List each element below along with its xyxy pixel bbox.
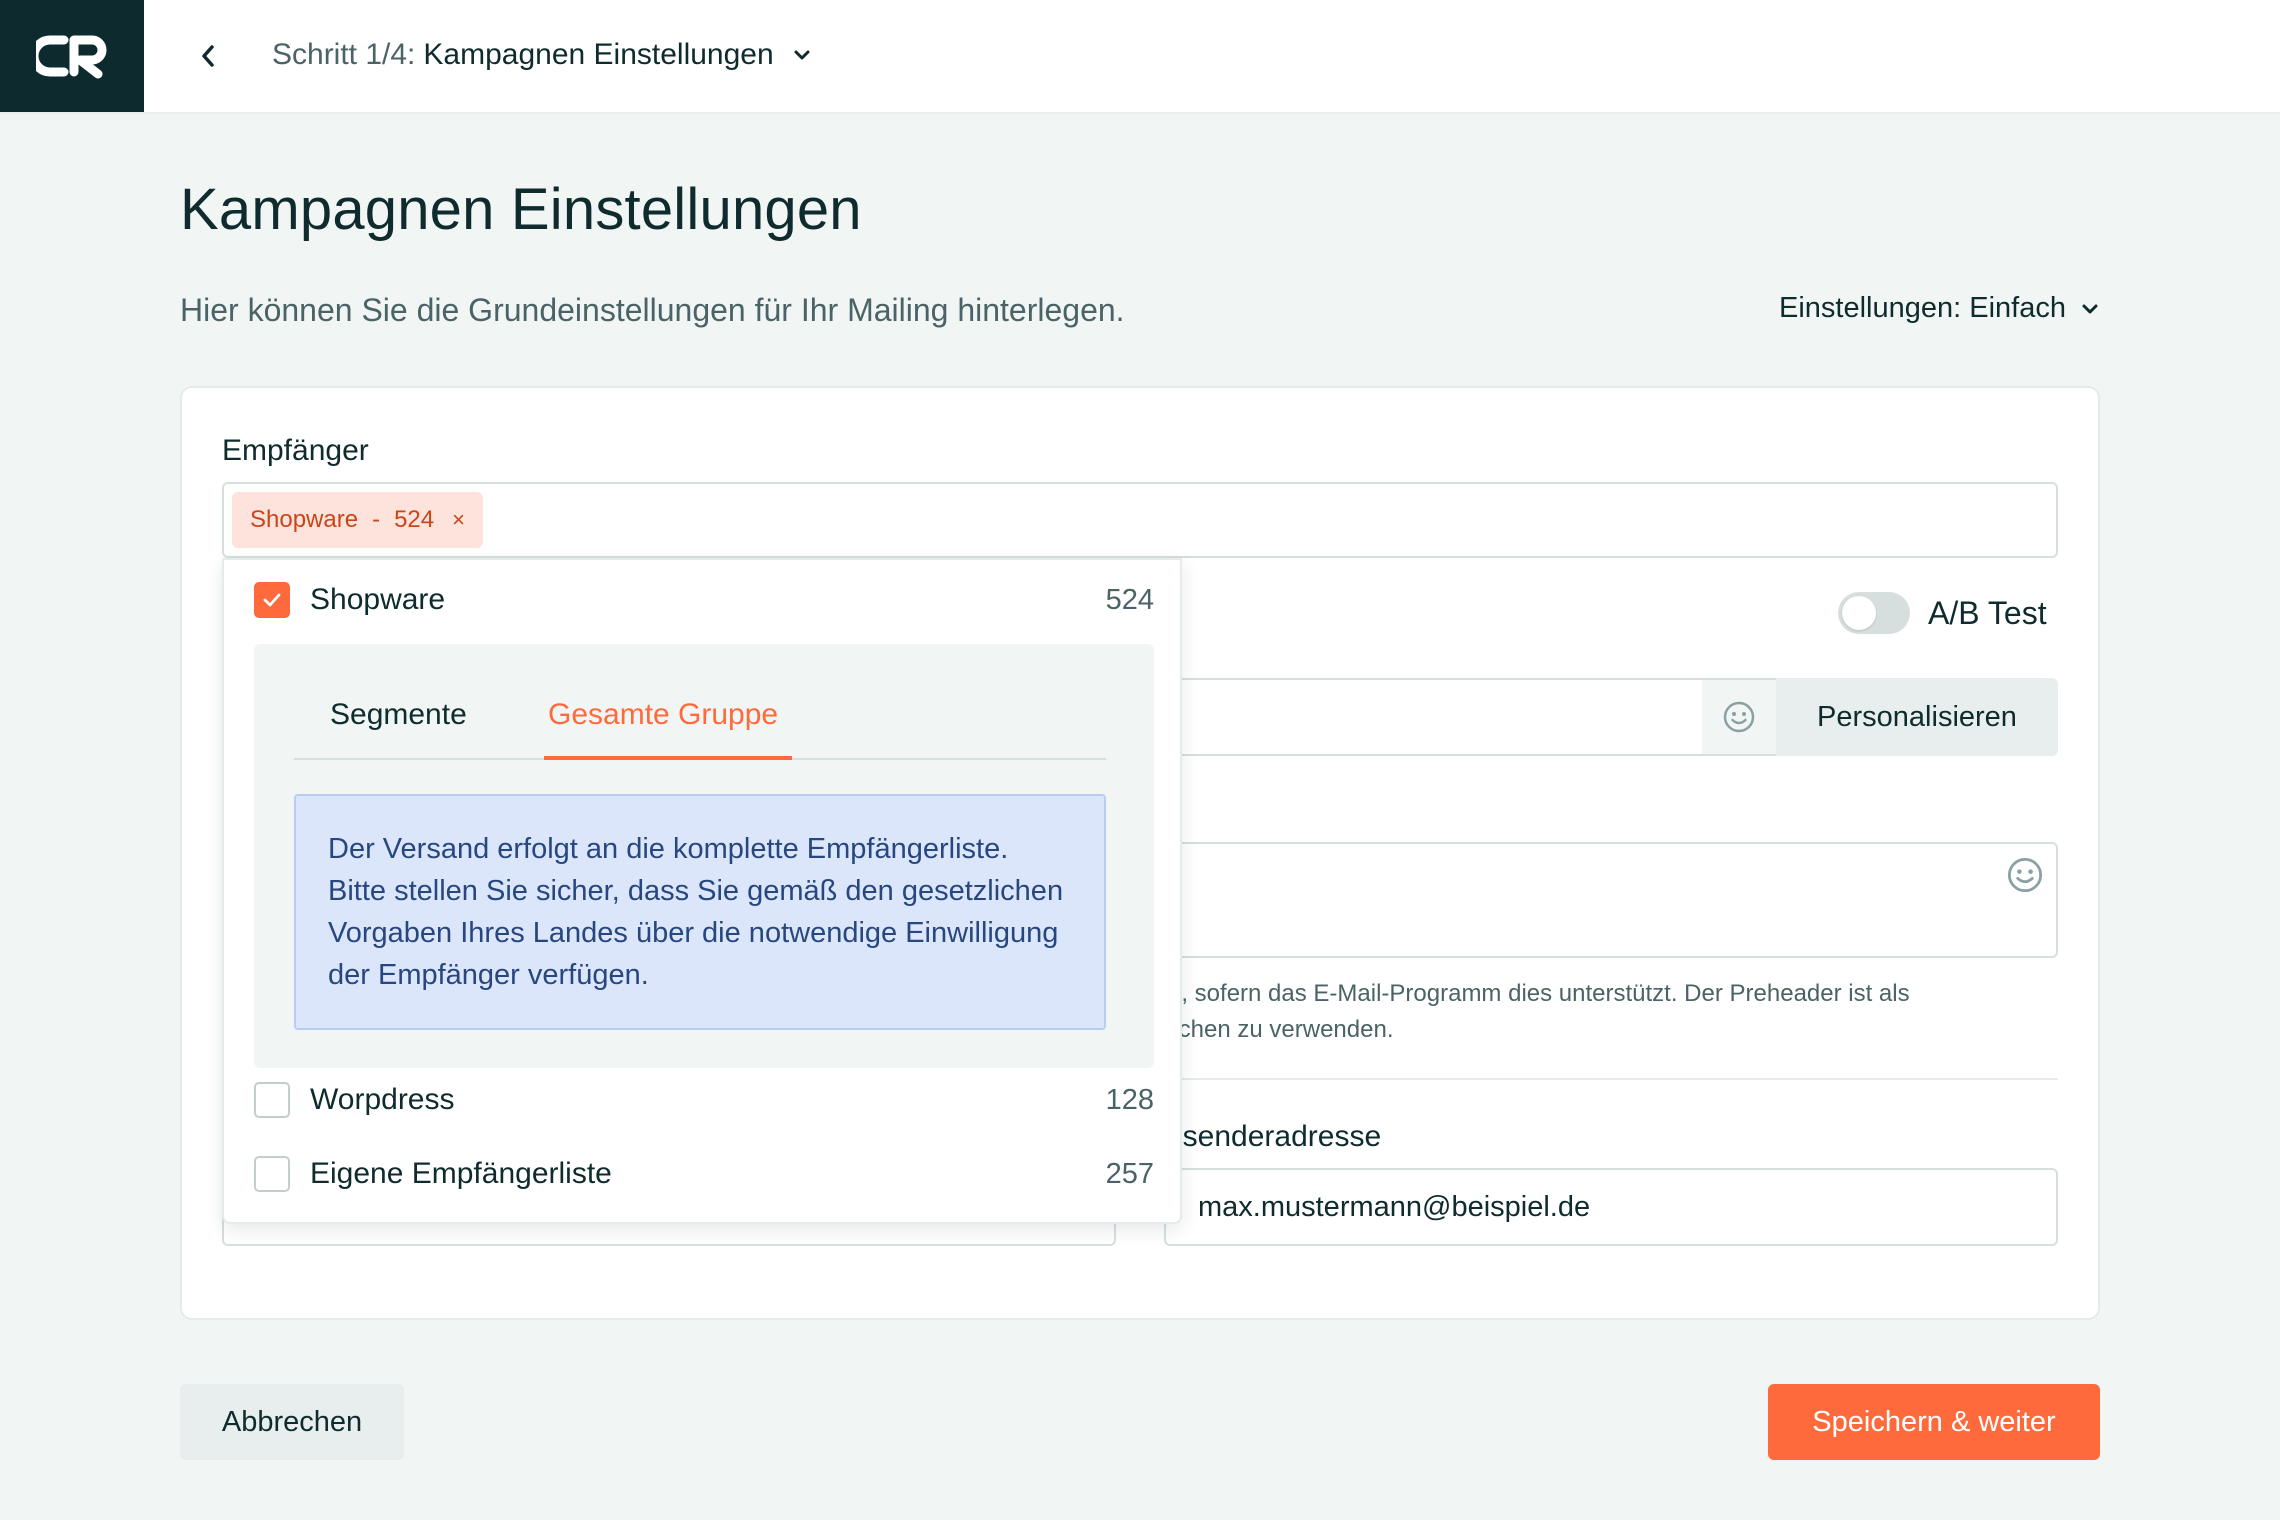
page-title: Kampagnen Einstellungen [180,177,862,242]
save-continue-button[interactable]: Speichern & weiter [1768,1384,2100,1460]
list-option-worpdress[interactable]: Worpdress 128 [254,1080,1154,1120]
option-name: Shopware [310,583,446,616]
subject-emoji-button[interactable] [1702,678,1776,756]
recipients-label: Empfänger [222,434,369,467]
chip-separator: - [372,506,381,533]
info-message: Der Versand erfolgt an die komplette Emp… [294,794,1106,1030]
option-name: Eigene Empfängerliste [310,1157,612,1190]
ab-test-label: A/B Test [1928,595,2047,631]
option-count: 257 [1105,1157,1154,1190]
chip-remove-icon[interactable]: × [452,507,465,533]
page-subtitle: Hier können Sie die Grundeinstellungen f… [180,292,1125,328]
chevron-down-icon [2082,304,2098,313]
check-icon [263,593,281,607]
preheader-input[interactable] [1160,842,2058,958]
chip-name: Shopware [250,506,359,533]
chip-count: 524 [394,506,435,533]
settings-mode-label: Einstellungen: Einfach [1779,292,2066,324]
option-name: Worpdress [310,1083,455,1116]
step-label: Schritt 1/4: [272,38,416,71]
step-selector[interactable]: Schritt 1/4: Kampagnen Einstellungen [272,34,812,76]
tab-segmente[interactable]: Segmente [330,698,467,732]
brand-logo[interactable] [0,0,144,112]
recipients-dropdown: Shopware 524 Segmente Gesamte Gruppe Der… [222,558,1182,1224]
checkbox-checked[interactable] [254,582,290,618]
emoji-icon [1723,701,1755,733]
list-option-shopware[interactable]: Shopware 524 [254,580,1154,620]
active-tab-indicator [544,756,792,760]
settings-mode-dropdown[interactable]: Einstellungen: Einfach [1779,292,2100,325]
chevron-left-icon [202,45,214,67]
ab-test-toggle[interactable] [1838,592,1910,634]
group-panel: Segmente Gesamte Gruppe Der Versand erfo… [254,644,1154,1068]
toggle-knob [1842,596,1876,630]
back-button[interactable] [192,36,224,76]
checkbox[interactable] [254,1156,290,1192]
recipients-input[interactable] [222,482,2058,558]
preheader-hint: rd, sofern das E-Mail-Programm dies unte… [1160,980,1910,1043]
option-count: 524 [1105,583,1154,616]
option-count: 128 [1105,1083,1154,1116]
emoji-icon[interactable] [2006,856,2044,894]
tab-bar: Segmente Gesamte Gruppe [294,644,1106,760]
cancel-button[interactable]: Abbrechen [180,1384,404,1460]
subject-input[interactable] [1160,678,1702,756]
list-option-eigene-empfaengerliste[interactable]: Eigene Empfängerliste 257 [254,1154,1154,1194]
checkbox[interactable] [254,1082,290,1118]
brand-logo-icon [36,35,107,79]
divider [1160,1078,2058,1080]
sender-address-label: bsenderadresse [1166,1120,1382,1153]
sender-address-input[interactable] [1164,1168,2058,1246]
current-step: Kampagnen Einstellungen [423,38,774,71]
top-bar: Schritt 1/4: Kampagnen Einstellungen [0,0,2280,112]
tab-gesamte-gruppe[interactable]: Gesamte Gruppe [548,698,778,732]
personalize-button[interactable]: Personalisieren [1776,678,2058,756]
chevron-down-icon [792,48,812,62]
recipient-chip: Shopware - 524 × [232,492,483,548]
